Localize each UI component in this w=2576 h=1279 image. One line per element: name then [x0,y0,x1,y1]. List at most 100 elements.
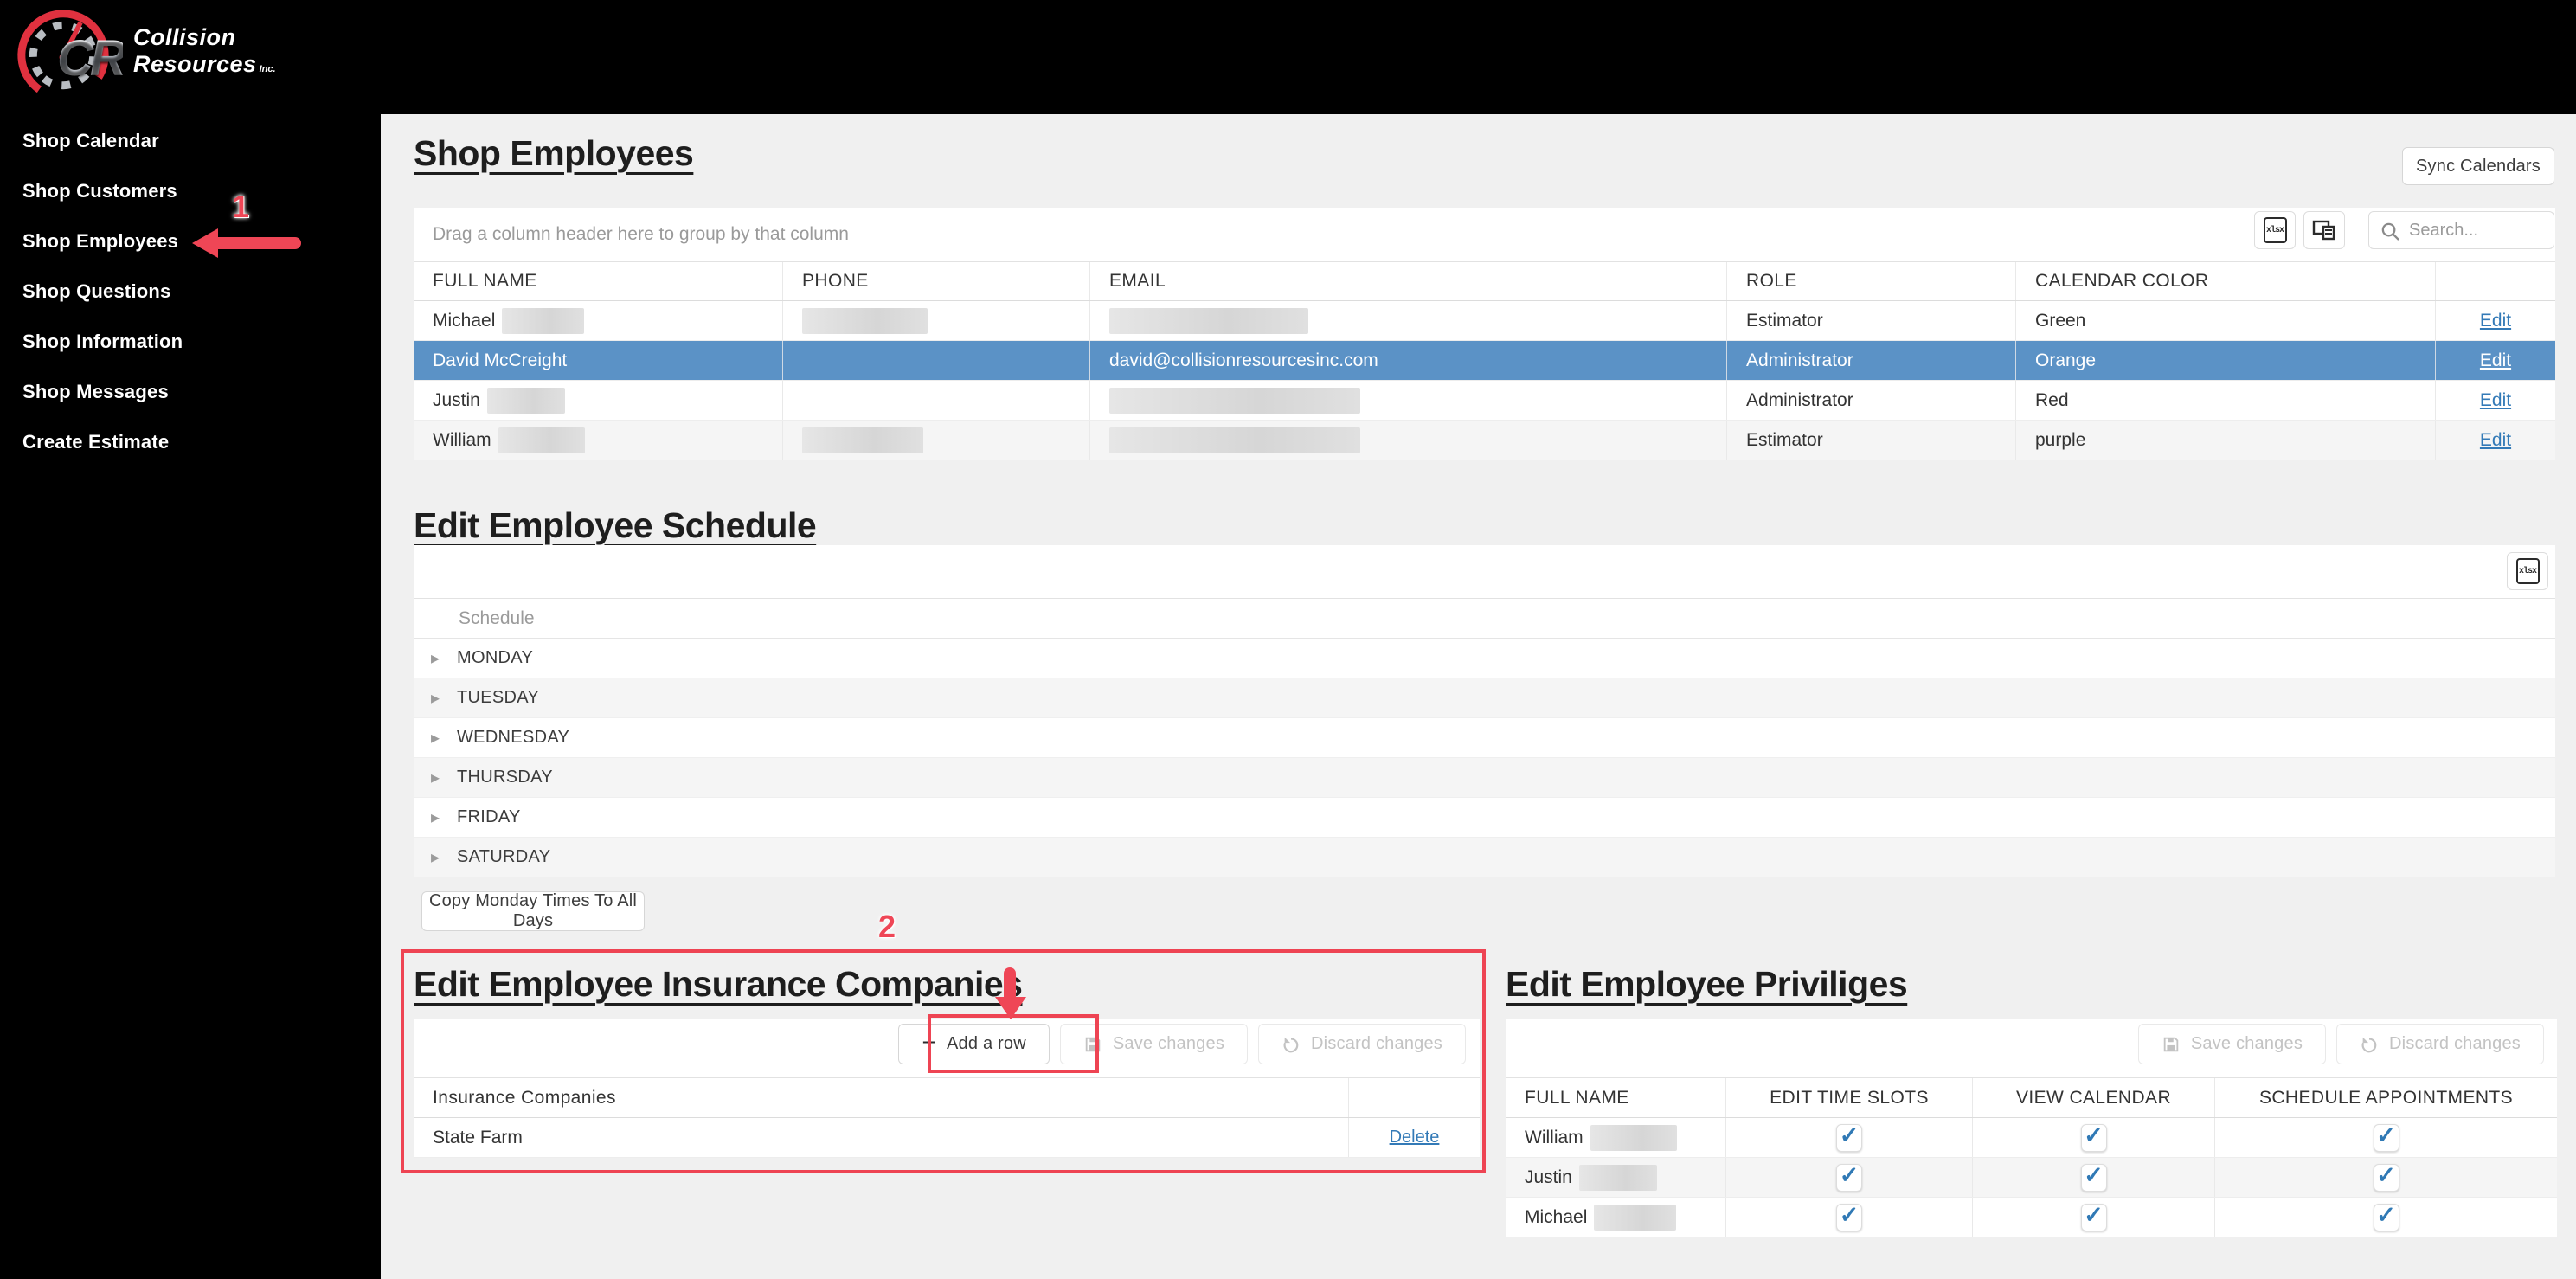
employee-name: Michael [1525,1206,1588,1227]
check-icon: ✓ [2376,1161,2396,1188]
column-header[interactable]: VIEW CALENDAR [1973,1078,2215,1117]
column-header[interactable]: CALENDAR COLOR [2016,262,2436,300]
employee-row-selected[interactable]: David McCreight david@collisionresources… [414,341,2555,381]
annotation-step2-label: 2 [878,909,896,944]
employee-name: David McCreight [414,341,783,380]
privileges-section-title: Edit Employee Priviliges [1506,964,1908,1004]
schedule-day-row[interactable]: ▸ WEDNESDAY [414,718,2555,758]
check-icon: ✓ [1839,1201,1860,1228]
expand-row-icon[interactable]: ▸ [431,727,457,749]
annotation-arrow-left-icon [192,228,218,258]
sidebar-item-shop-customers[interactable]: Shop Customers [0,166,381,216]
employee-name: Justin [433,389,480,410]
edit-time-slots-checkbox[interactable]: ✓ [1836,1162,1862,1192]
employees-grid: Drag a column header here to group by th… [414,208,2555,460]
check-icon: ✓ [2084,1122,2104,1148]
employee-row[interactable]: Michael Estimator Green Edit [414,301,2555,341]
employee-email: david@collisionresourcesinc.com [1090,341,1727,380]
save-changes-button[interactable]: Save changes [2137,1024,2327,1064]
discard-changes-button[interactable]: Discard changes [1258,1024,1466,1064]
schedule-day-row[interactable]: ▸ SATURDAY [414,838,2555,877]
save-changes-button[interactable]: Save changes [1059,1024,1249,1064]
sync-calendars-button[interactable]: Sync Calendars [2402,147,2554,185]
app-logo: CR Collision Resources Inc. [12,5,298,107]
check-icon: ✓ [2084,1201,2104,1228]
view-calendar-checkbox[interactable]: ✓ [2080,1162,2107,1192]
expand-row-icon[interactable]: ▸ [431,767,457,788]
export-xlsx-button[interactable]: xlsx [2507,552,2548,590]
column-chooser-icon [2312,220,2335,241]
view-calendar-checkbox[interactable]: ✓ [2080,1122,2107,1152]
view-calendar-checkbox[interactable]: ✓ [2080,1201,2107,1231]
export-xlsx-button[interactable]: xlsx [2254,211,2296,249]
schedule-appointments-checkbox[interactable]: ✓ [2373,1161,2399,1192]
group-panel: Drag a column header here to group by th… [414,208,2555,261]
undo-icon [1283,1037,1299,1052]
employee-calendar-color: Red [2016,381,2436,420]
column-header[interactable]: Insurance Companies [414,1078,1349,1117]
column-header[interactable]: EDIT TIME SLOTS [1726,1078,1973,1117]
insurance-company-name: State Farm [414,1118,1349,1157]
sidebar-item-create-estimate[interactable]: Create Estimate [0,417,381,467]
edit-link[interactable]: Edit [2480,350,2511,371]
insurance-row[interactable]: State Farm Delete [414,1118,1480,1158]
column-header[interactable]: ROLE [1727,262,2016,300]
employee-calendar-color: purple [2016,421,2436,460]
column-chooser-button[interactable] [2303,211,2345,249]
sidebar-item-shop-information[interactable]: Shop Information [0,317,381,367]
expand-row-icon[interactable]: ▸ [431,807,457,828]
employee-row[interactable]: William Estimator purple Edit [414,421,2555,460]
employee-row[interactable]: Justin Administrator Red Edit [414,381,2555,421]
schedule-day-row[interactable]: ▸ FRIDAY [414,798,2555,838]
copy-monday-times-button[interactable]: Copy Monday Times To All Days [421,891,645,931]
sidebar-item-shop-calendar[interactable]: Shop Calendar [0,116,381,166]
column-header[interactable]: EMAIL [1090,262,1727,300]
top-header-bar: CR Collision ResourcesInc. Hello David M… [0,0,2576,114]
discard-changes-button[interactable]: Discard changes [2336,1024,2544,1064]
redacted-text [1109,427,1360,453]
column-header[interactable]: FULL NAME [1506,1078,1726,1117]
column-header[interactable]: SCHEDULE APPOINTMENTS [2215,1078,2557,1117]
employee-name: William [1525,1127,1584,1147]
sidebar-item-shop-questions[interactable]: Shop Questions [0,267,381,317]
xlsx-file-icon: xlsx [2263,217,2287,243]
privilege-row: Justin ✓ ✓ ✓ [1506,1158,2557,1198]
xlsx-file-icon: xlsx [2515,558,2540,584]
column-header[interactable]: PHONE [783,262,1090,300]
schedule-day-row[interactable]: ▸ TUESDAY [414,678,2555,718]
schedule-group-header: Schedule [414,599,2555,639]
edit-time-slots-checkbox[interactable]: ✓ [1836,1122,1862,1152]
employee-calendar-color: Green [2016,301,2436,340]
schedule-day-row[interactable]: ▸ MONDAY [414,639,2555,678]
sidebar-item-shop-employees[interactable]: Shop Employees [0,216,381,267]
sidebar-item-shop-messages[interactable]: Shop Messages [0,367,381,417]
edit-link[interactable]: Edit [2480,390,2511,411]
page-title: Shop Employees [414,133,694,173]
search-input[interactable] [2409,212,2547,248]
edit-link[interactable]: Edit [2480,311,2511,331]
redacted-text [486,387,565,414]
edit-time-slots-checkbox[interactable]: ✓ [1836,1201,1862,1231]
privileges-toolbar: Save changes Discard changes [1506,1019,2557,1077]
schedule-appointments-checkbox[interactable]: ✓ [2373,1202,2399,1231]
annotation-arrow-left-stem [216,237,301,249]
search-box [2368,211,2554,249]
expand-row-icon[interactable]: ▸ [431,647,457,669]
plus-icon: + [922,1029,936,1056]
edit-link[interactable]: Edit [2480,430,2511,451]
group-hint-text: Drag a column header here to group by th… [433,224,849,244]
delete-link[interactable]: Delete [1390,1128,1440,1147]
schedule-appointments-checkbox[interactable]: ✓ [2373,1122,2399,1152]
undo-icon [2361,1037,2377,1052]
insurance-section-title: Edit Employee Insurance Companies [414,964,1023,1004]
schedule-toolbar: xlsx [414,545,2555,599]
schedule-day-row[interactable]: ▸ THURSDAY [414,758,2555,798]
main-content: Shop Employees Sync Calendars Drag a col… [381,114,2576,1279]
save-icon [1085,1037,1101,1051]
annotation-arrow-down-icon [995,997,1026,1019]
schedule-grid: xlsx Schedule ▸ MONDAY ▸ TUESDAY ▸ WEDNE… [414,545,2555,877]
expand-row-icon[interactable]: ▸ [431,687,457,709]
expand-row-icon[interactable]: ▸ [431,846,457,868]
column-header[interactable]: FULL NAME [414,262,783,300]
add-row-button[interactable]: + Add a row [898,1024,1050,1064]
